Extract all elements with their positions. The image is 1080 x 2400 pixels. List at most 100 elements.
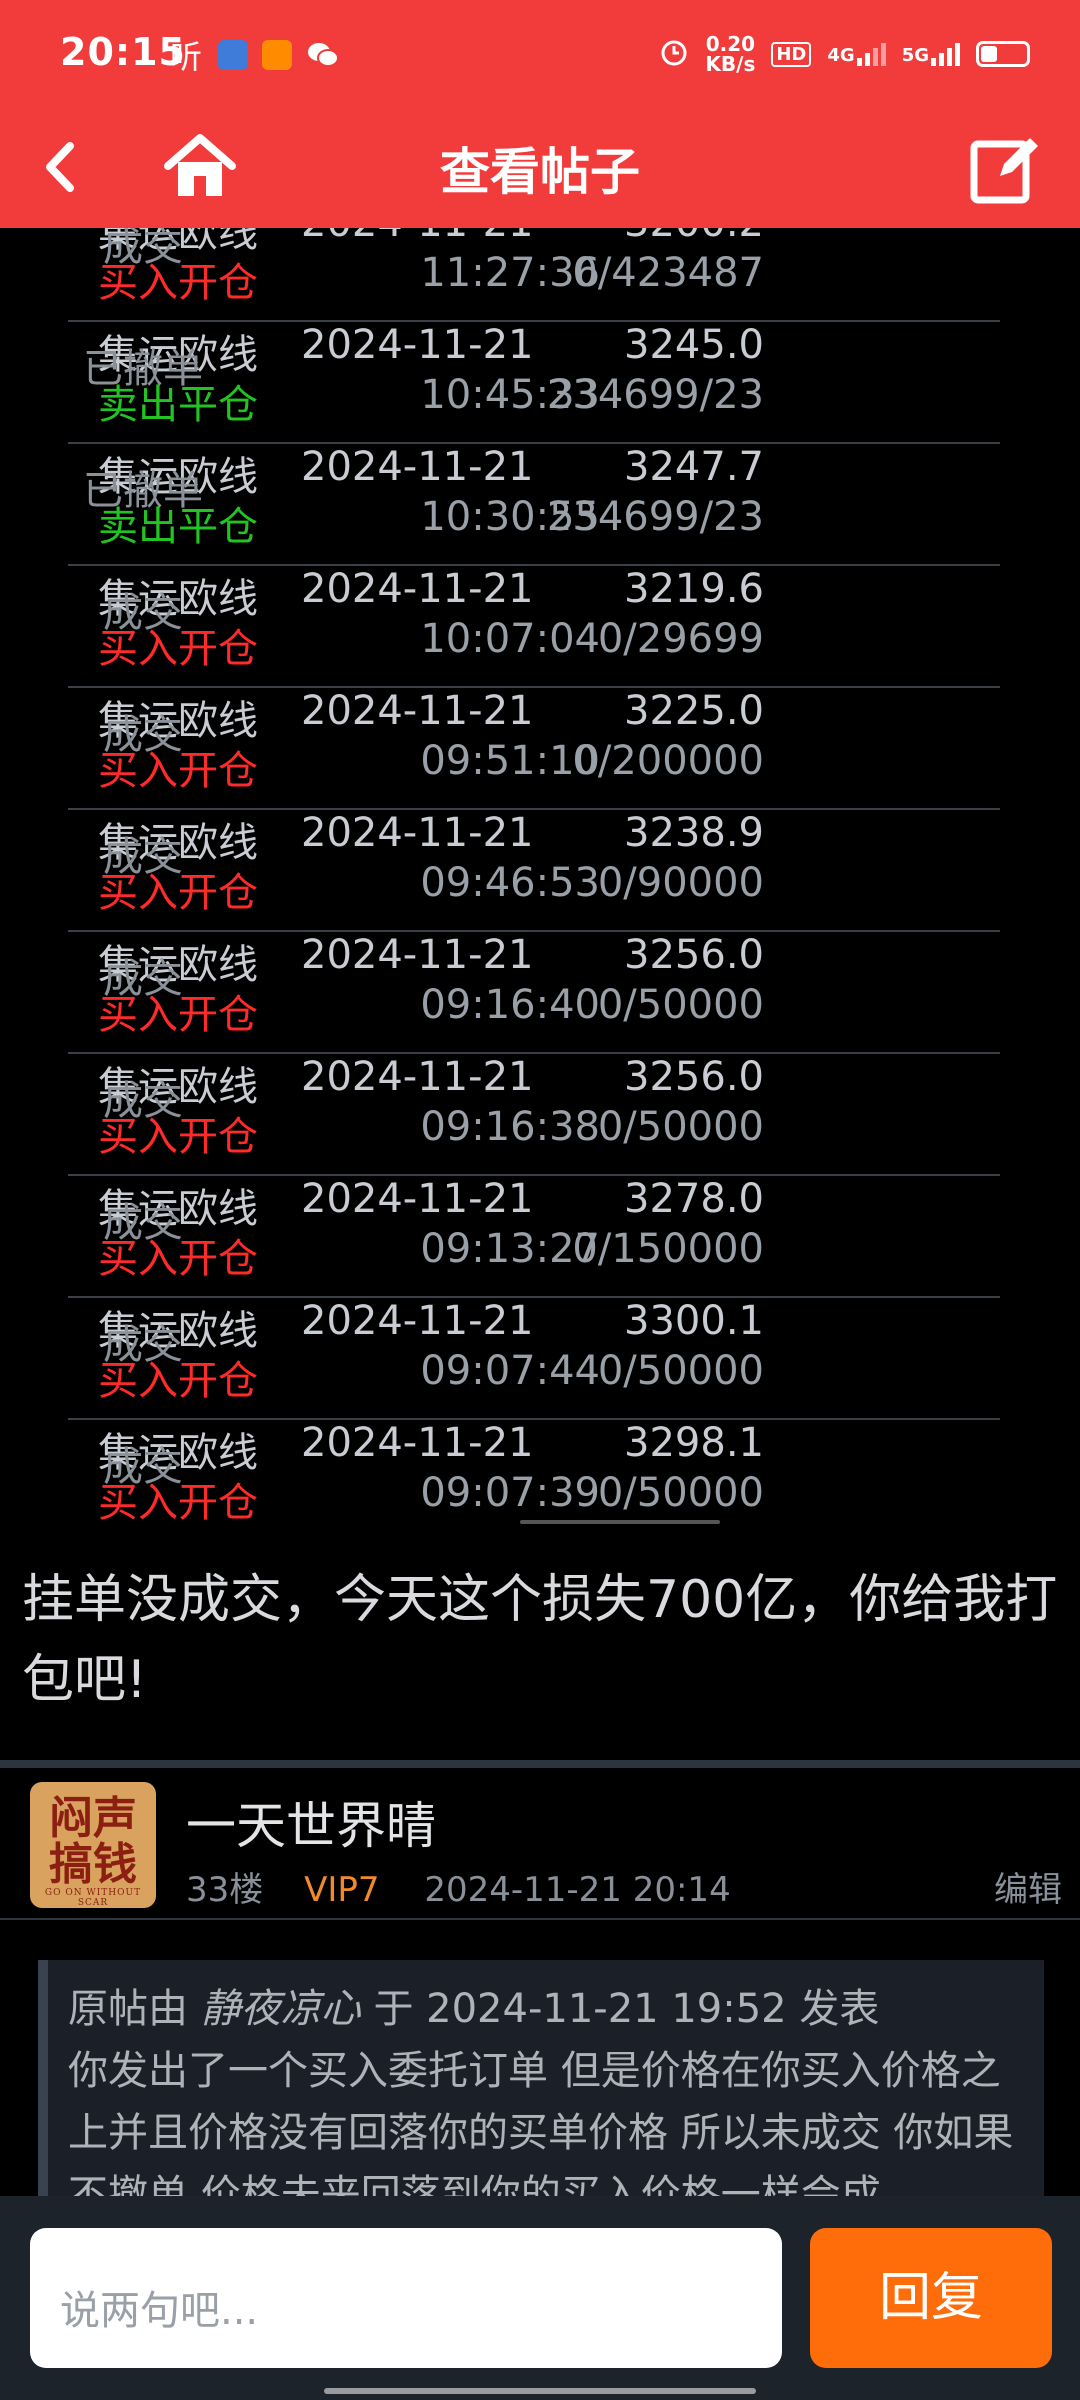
battery-icon — [976, 41, 1030, 67]
trade-price: 3219.6 — [624, 566, 764, 612]
trade-row: 集运欧线买入开仓2024-11-2111:27:363200.20/423487… — [68, 228, 1000, 322]
reply-bar: 说两句吧... 回复 — [0, 2196, 1080, 2400]
trade-status: 成交 — [103, 1322, 183, 1368]
page-title: 查看帖子 — [440, 143, 640, 201]
trade-price: 3238.9 — [624, 810, 764, 856]
trade-status: 成交 — [103, 712, 183, 758]
floor-number: 33楼 — [186, 1870, 264, 1910]
label-5g: 5G — [901, 45, 929, 66]
trade-date: 2024-11-21 — [301, 228, 533, 246]
quote-author[interactable]: 静夜凉心 — [201, 1986, 361, 2032]
trade-row: 集运欧线 买入开仓 2024-11-21 09:16:38 3256.0 0/50000 成… — [68, 1054, 1000, 1176]
trade-quantity: 0/50000 — [597, 982, 764, 1028]
status-right: 0.20 KB/s HD 4G 5G — [659, 34, 1030, 74]
trade-date: 2024-11-21 — [301, 566, 534, 612]
trade-row: 集运欧线 买入开仓 2024-11-21 09:16:40 3256.0 0/50000 成… — [68, 932, 1000, 1054]
trade-time: 09:16:38 — [420, 1104, 600, 1150]
trade-status: 成交 — [103, 590, 183, 636]
trade-quantity: 234699/23 — [546, 372, 764, 418]
trade-status: 成交 — [103, 834, 183, 880]
signal-bars-icon-2 — [931, 42, 960, 66]
trade-quantity: 0/90000 — [597, 860, 764, 906]
trade-status: 成交 — [103, 228, 183, 270]
trade-status: 已撤单 — [83, 468, 203, 514]
trade-date: 2024-11-21 — [301, 810, 534, 856]
quote-block: 原帖由 静夜凉心 于 2024-11-21 19:52 发表 你发出了一个买入委… — [38, 1960, 1044, 2200]
status-time: 20:15 — [60, 30, 186, 74]
signal-5g: 5G — [902, 42, 960, 66]
post-datetime: 2024-11-21 20:14 — [424, 1870, 731, 1910]
trade-date: 2024-11-21 — [301, 322, 534, 368]
post-meta: 33楼 VIP7 2024-11-21 20:14 — [186, 1862, 731, 1911]
trade-row: 集运欧线 卖出平仓 2024-11-21 10:45:33 3245.0 234699/2… — [68, 322, 1000, 444]
signal-bars-icon — [856, 42, 886, 66]
trade-quantity: 0/50000 — [597, 1470, 764, 1516]
trade-price: 3200.2 — [624, 228, 764, 246]
scroll-indicator[interactable] — [520, 1520, 720, 1524]
trade-quantity: 234699/23 — [546, 494, 764, 540]
avatar[interactable]: 闷声搞钱 GO ON WITHOUT SCAR — [30, 1782, 156, 1908]
label-4g: 4G — [827, 45, 855, 66]
app-notification-icon-2 — [262, 40, 292, 70]
net-speed: 0.20 KB/s — [705, 34, 755, 74]
trade-row: 集运欧线 买入开仓 2024-11-21 09:13:27 3278.0 0/150000… — [68, 1176, 1000, 1298]
app-notification-icon — [218, 40, 248, 70]
hd-badge: HD — [771, 41, 812, 67]
trade-price: 3256.0 — [624, 1054, 764, 1100]
alarm-icon — [659, 37, 689, 72]
trade-date: 2024-11-21 — [301, 1054, 534, 1100]
quote-body: 你发出了一个买入委托订单 但是价格在你买入价格之上并且价格没有回落你的买单价格 … — [68, 2048, 1014, 2200]
edit-icon[interactable] — [966, 128, 1046, 208]
trade-row: 集运欧线 卖出平仓 2024-11-21 10:30:55 3247.7 234699/2… — [68, 444, 1000, 566]
comment-input[interactable]: 说两句吧... — [30, 2228, 782, 2368]
trade-price: 3300.1 — [624, 1298, 764, 1344]
trade-status: 成交 — [103, 1444, 183, 1490]
trade-status: 已撤单 — [83, 346, 203, 392]
trade-time: 09:07:39 — [420, 1470, 600, 1516]
trade-quantity: 0/29699 — [597, 616, 764, 662]
trade-date: 2024-11-21 — [301, 1420, 534, 1466]
edit-link[interactable]: 编辑 — [994, 1862, 1062, 1911]
top-bar: 20:15 听 0.20 KB/s HD 4G 5G 查看帖子 — [0, 0, 1080, 228]
username[interactable]: 一天世界晴 — [186, 1786, 436, 1858]
gesture-bar[interactable] — [324, 2388, 756, 2394]
app-header: 查看帖子 — [0, 110, 1080, 228]
trade-row: 集运欧线 买入开仓 2024-11-21 09:07:44 3300.1 0/50000 成… — [68, 1298, 1000, 1420]
trade-quantity: 0/50000 — [597, 1104, 764, 1150]
trade-price: 3225.0 — [624, 688, 764, 734]
quote-meta: 于 2024-11-21 19:52 发表 — [373, 1986, 880, 2032]
trade-price: 3278.0 — [624, 1176, 764, 1222]
trade-quantity: 0/150000 — [572, 1226, 764, 1272]
trade-status: 成交 — [103, 956, 183, 1002]
ting-icon: 听 — [170, 38, 203, 76]
vip-badge: VIP7 — [304, 1870, 380, 1910]
post-divider — [0, 1760, 1080, 1768]
trade-row: 集运欧线 买入开仓 2024-11-21 09:46:53 3238.9 0/90000 成… — [68, 810, 1000, 932]
status-bar: 20:15 听 0.20 KB/s HD 4G 5G — [0, 0, 1080, 110]
avatar-text: 闷声搞钱 — [49, 1793, 137, 1890]
trade-time: 09:16:40 — [420, 982, 600, 1028]
trade-time: 09:07:44 — [420, 1348, 600, 1394]
trade-date: 2024-11-21 — [301, 444, 534, 490]
trade-quantity: 0/423487 — [572, 250, 764, 296]
trade-price: 3298.1 — [624, 1420, 764, 1466]
trade-status: 成交 — [103, 1078, 183, 1124]
trade-time: 09:46:53 — [420, 860, 600, 906]
trade-status: 成交 — [103, 1200, 183, 1246]
signal-4g: 4G — [827, 42, 886, 66]
trade-quantity: 0/200000 — [572, 738, 764, 784]
avatar-subtext: GO ON WITHOUT SCAR — [44, 1888, 142, 1908]
trade-row: 集运欧线 买入开仓 2024-11-21 09:07:39 3298.1 0/50000 成… — [68, 1420, 1000, 1528]
trade-row: 集运欧线 买入开仓 2024-11-21 09:51:10 3225.0 0/200000… — [68, 688, 1000, 810]
trade-date: 2024-11-21 — [301, 932, 534, 978]
meta-divider — [0, 1918, 1080, 1920]
trade-quantity: 0/50000 — [597, 1348, 764, 1394]
trade-time: 10:07:04 — [420, 616, 600, 662]
wechat-icon — [306, 40, 339, 70]
trade-date: 2024-11-21 — [301, 1298, 534, 1344]
reply-button[interactable]: 回复 — [810, 2228, 1052, 2368]
trade-price: 3245.0 — [624, 322, 764, 368]
net-speed-unit: KB/s — [705, 52, 756, 76]
trade-price: 3247.7 — [624, 444, 764, 490]
trade-table: 集运欧线买入开仓2024-11-2111:27:363200.20/423487… — [68, 228, 1000, 1528]
